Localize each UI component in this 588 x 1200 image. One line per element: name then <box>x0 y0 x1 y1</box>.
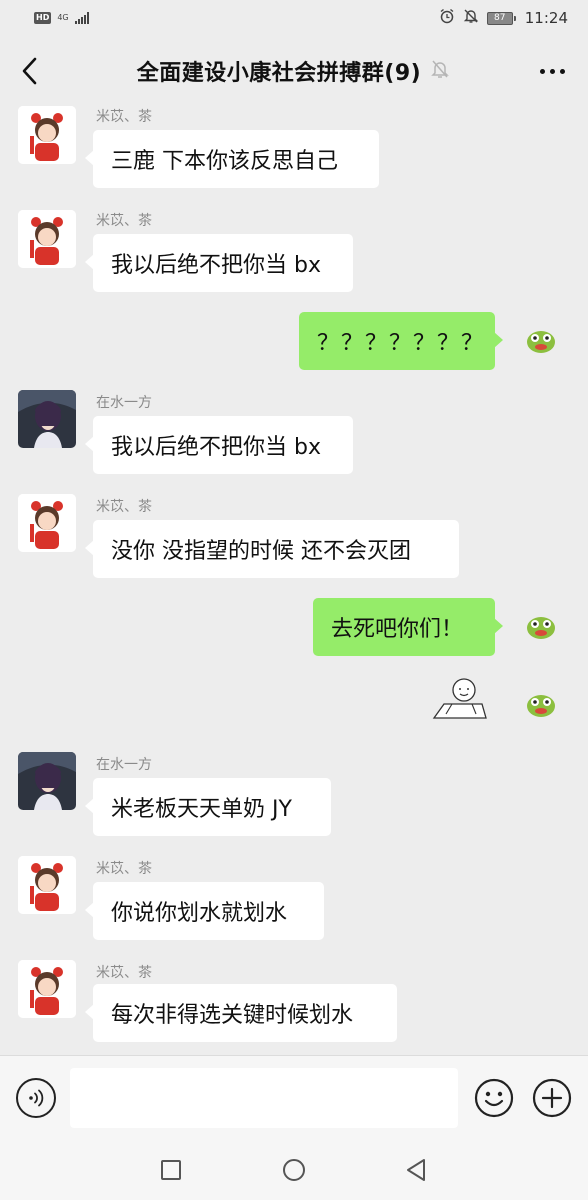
message-item: 米苡、茶 我以后绝不把你当 bx <box>0 210 588 294</box>
message-item: 米苡、茶 没你 没指望的时候 还不会灭团 <box>0 494 588 578</box>
voice-icon <box>29 1089 44 1107</box>
frog-avatar[interactable] <box>512 312 570 370</box>
cartoon-girl-avatar[interactable] <box>18 856 76 914</box>
message-bubble[interactable]: 每次非得选关键时候划水 <box>85 984 397 1042</box>
network-type: 4G <box>57 13 69 22</box>
message-bubble[interactable]: 米老板天天单奶 JY <box>85 778 331 836</box>
sender-name: 米苡、茶 <box>96 109 152 125</box>
sender-name: 在水一方 <box>96 757 152 773</box>
cartoon-girl-avatar[interactable] <box>18 210 76 268</box>
message-input[interactable] <box>70 1068 458 1128</box>
hd-badge: HD <box>34 12 52 24</box>
sender-name: 米苡、茶 <box>96 861 152 877</box>
status-left: HD 4G <box>34 12 89 24</box>
navigation-bar <box>0 1140 588 1200</box>
message-bubble[interactable]: 我以后绝不把你当 bx <box>85 234 353 292</box>
message-bubble[interactable]: 没你 没指望的时候 还不会灭团 <box>85 520 459 578</box>
dot-icon <box>539 68 545 74</box>
message-bubble[interactable]: ？？？？？？？ <box>299 312 503 370</box>
chat-title: 全面建设小康社会拼搏群(9) <box>136 61 422 86</box>
message-item: 米苡、茶 你说你划水就划水 <box>0 856 588 940</box>
dot-icon <box>559 68 565 74</box>
more-options-button[interactable] <box>536 56 568 86</box>
message-bubble[interactable]: 三鹿 下本你该反思自己 <box>85 130 379 188</box>
sender-name: 米苡、茶 <box>96 213 152 229</box>
status-bar: HD 4G 87 11:24 <box>0 0 588 36</box>
clock: 11:24 <box>524 9 568 27</box>
title-wrap: 全面建设小康社会拼搏群(9) <box>137 55 451 87</box>
input-bar <box>0 1055 588 1140</box>
sketch-face-sticker[interactable] <box>432 676 488 724</box>
triangle-back-icon <box>407 1159 425 1181</box>
message-bubble[interactable]: 去死吧你们！ <box>313 598 503 656</box>
cartoon-girl-avatar[interactable] <box>18 106 76 164</box>
message-bubble[interactable]: 我以后绝不把你当 bx <box>85 416 353 474</box>
sender-name: 在水一方 <box>96 395 152 411</box>
message-item <box>0 676 588 736</box>
signal-icon <box>74 12 89 24</box>
voice-button[interactable] <box>16 1078 56 1118</box>
status-right: 87 11:24 <box>439 8 568 28</box>
home-button[interactable] <box>281 1157 307 1183</box>
chevron-left-icon <box>22 57 37 85</box>
mute-bell-icon <box>429 58 451 84</box>
sender-name: 米苡、茶 <box>96 499 152 515</box>
dot-icon <box>549 68 555 74</box>
message-item: 去死吧你们！ <box>0 598 588 658</box>
square-icon <box>161 1160 181 1180</box>
emoji-icon <box>474 1078 514 1118</box>
battery-icon: 87 <box>486 11 516 25</box>
anime-character-avatar[interactable] <box>18 390 76 448</box>
plus-button[interactable] <box>532 1078 572 1118</box>
back-button[interactable] <box>14 54 44 88</box>
message-bubble[interactable]: 你说你划水就划水 <box>85 882 324 940</box>
anime-character-avatar[interactable] <box>18 752 76 810</box>
message-item: 米苡、茶 每次非得选关键时候划水 <box>0 960 588 1044</box>
emoji-button[interactable] <box>474 1078 514 1118</box>
message-item: 在水一方 米老板天天单奶 JY <box>0 752 588 836</box>
cartoon-girl-avatar[interactable] <box>18 494 76 552</box>
sender-name: 米苡、茶 <box>96 965 152 981</box>
cartoon-girl-avatar[interactable] <box>18 960 76 1018</box>
message-item: 在水一方 我以后绝不把你当 bx <box>0 390 588 474</box>
recent-apps-button[interactable] <box>158 1157 184 1183</box>
alarm-icon <box>439 8 455 28</box>
frog-avatar[interactable] <box>512 598 570 656</box>
back-nav-button[interactable] <box>403 1157 429 1183</box>
frog-avatar[interactable] <box>512 676 570 734</box>
plus-icon <box>532 1078 572 1118</box>
message-item: 米苡、茶 三鹿 下本你该反思自己 <box>0 106 588 190</box>
circle-icon <box>283 1159 305 1181</box>
message-item: ？？？？？？？ <box>0 312 588 372</box>
chat-header: 全面建设小康社会拼搏群(9) <box>0 36 588 106</box>
silent-icon <box>463 8 479 28</box>
